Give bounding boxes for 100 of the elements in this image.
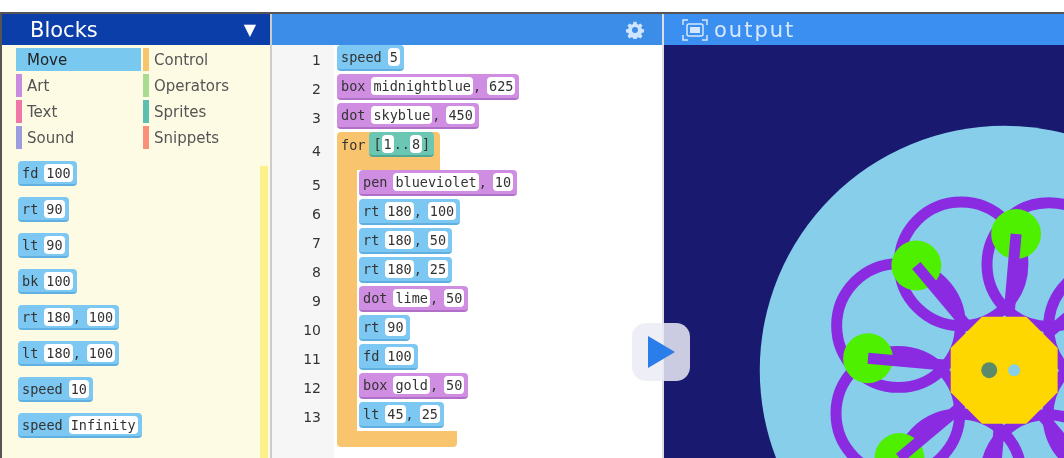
block-input[interactable]: 5 — [387, 48, 400, 66]
block-input[interactable]: 180 — [44, 343, 73, 362]
block-keyword: box — [363, 377, 388, 393]
line-number: 4 — [311, 142, 322, 161]
panel-title: Blocks — [30, 17, 98, 42]
code-block[interactable]: speed 5 — [337, 45, 404, 71]
code-block[interactable]: rt 180, 25 — [359, 257, 453, 283]
code-block[interactable]: dot lime, 50 — [359, 286, 469, 312]
code-block[interactable]: box gold, 50 — [359, 373, 469, 399]
for-block[interactable]: for [1..8] — [337, 132, 441, 170]
block-input[interactable]: 50 — [444, 376, 465, 394]
block-input[interactable]: gold — [393, 376, 430, 394]
dropdown-toggle[interactable]: ▼ — [243, 20, 256, 39]
block-input[interactable]: 100 — [86, 343, 116, 362]
line-number: 2 — [311, 79, 322, 99]
category-tab[interactable]: Sound — [16, 126, 141, 149]
list-block[interactable]: [1..8] — [369, 132, 435, 157]
block-keyword: ] — [422, 135, 431, 152]
block-keyword: rt — [363, 232, 380, 248]
category-tab[interactable]: Art — [16, 74, 141, 97]
block-keyword: rt — [363, 261, 380, 277]
screen-icon[interactable] — [682, 18, 708, 41]
block-input[interactable]: skyblue — [371, 106, 433, 124]
code-block[interactable]: box midnightblue, 625 — [337, 74, 520, 100]
line-number: 7 — [311, 233, 322, 253]
palette-block[interactable]: speed Infinity — [18, 413, 142, 438]
block-input[interactable]: 90 — [385, 318, 406, 336]
code-block[interactable]: rt 180, 100 — [359, 199, 461, 225]
block-input[interactable]: 100 — [44, 163, 73, 182]
play-icon — [646, 335, 676, 369]
block-keyword: , — [429, 290, 439, 306]
line-number: 11 — [302, 349, 322, 369]
palette-block[interactable]: rt 90 — [18, 197, 69, 222]
line-number: 6 — [311, 204, 322, 224]
block-input[interactable]: 10 — [492, 173, 514, 191]
block-keyword: , — [413, 232, 422, 248]
block-input[interactable]: 180 — [385, 202, 414, 220]
block-keyword: dot — [363, 290, 388, 306]
scrollbar[interactable] — [260, 166, 268, 458]
block-keyword: speed — [22, 416, 63, 433]
block-keyword: .. — [393, 135, 410, 152]
block-keyword: fd — [363, 348, 380, 364]
category-tab[interactable]: Text — [16, 100, 141, 123]
code-block[interactable]: pen blueviolet, 10 — [359, 170, 518, 196]
block-input[interactable]: 50 — [444, 289, 465, 307]
block-keyword: for — [341, 136, 366, 153]
block-input[interactable]: 45 — [385, 405, 406, 423]
palette-block[interactable]: bk 100 — [18, 269, 77, 294]
settings-icon[interactable] — [626, 20, 644, 39]
block-input[interactable]: 100 — [385, 347, 414, 365]
block-keyword: , — [413, 203, 422, 219]
block-input[interactable]: 8 — [409, 134, 423, 153]
run-button[interactable] — [632, 323, 690, 381]
code-block[interactable]: dot skyblue, 450 — [337, 103, 479, 129]
block-input[interactable]: blueviolet — [393, 173, 479, 191]
block-input[interactable]: 90 — [44, 235, 65, 254]
block-keyword: lt — [22, 236, 39, 253]
palette-block[interactable]: speed 10 — [18, 377, 93, 402]
palette-block[interactable]: rt 180, 100 — [18, 305, 120, 330]
block-input[interactable]: midnightblue — [371, 77, 473, 95]
block-input[interactable]: lime — [393, 289, 430, 307]
line-number: 12 — [302, 378, 322, 398]
block-input[interactable]: 450 — [446, 106, 475, 124]
panel-title: output — [714, 17, 796, 42]
block-input[interactable]: 50 — [427, 231, 449, 249]
line-number: 1 — [311, 50, 322, 70]
palette-block[interactable]: lt 180, 100 — [18, 341, 120, 366]
block-input[interactable]: 10 — [68, 379, 89, 398]
block-keyword: speed — [22, 380, 63, 397]
palette-block[interactable]: lt 90 — [18, 233, 69, 258]
block-keyword: , — [72, 308, 81, 325]
block-input[interactable]: 180 — [385, 260, 414, 278]
block-input[interactable]: 180 — [385, 231, 414, 249]
block-input[interactable]: Infinity — [68, 415, 138, 434]
block-keyword: , — [429, 377, 439, 393]
block-input[interactable]: 625 — [487, 77, 516, 95]
block-input[interactable]: 100 — [44, 271, 73, 290]
block-keyword: , — [478, 174, 487, 190]
category-tab[interactable]: Move — [16, 48, 141, 71]
block-keyword: [ — [373, 135, 382, 152]
block-keyword: rt — [363, 203, 380, 219]
block-input[interactable]: 1 — [381, 134, 394, 153]
block-keyword: rt — [22, 200, 39, 217]
code-block[interactable]: rt 90 — [359, 315, 410, 341]
line-number: 10 — [302, 320, 322, 340]
block-keyword: , — [472, 78, 482, 94]
code-block[interactable]: lt 45, 25 — [359, 402, 444, 428]
block-input[interactable]: 100 — [86, 307, 116, 326]
code-block[interactable]: fd 100 — [359, 344, 418, 370]
line-number: 8 — [311, 262, 322, 282]
code-block[interactable]: rt 180, 50 — [359, 228, 453, 254]
line-number: 3 — [311, 108, 322, 128]
block-input[interactable]: 25 — [427, 260, 449, 278]
palette-block[interactable]: fd 100 — [18, 161, 77, 186]
block-input[interactable]: 90 — [44, 199, 65, 218]
line-number: 5 — [311, 175, 322, 195]
block-keyword: lt — [22, 344, 39, 361]
block-input[interactable]: 100 — [427, 202, 457, 220]
block-input[interactable]: 180 — [44, 307, 73, 326]
block-input[interactable]: 25 — [419, 405, 440, 423]
